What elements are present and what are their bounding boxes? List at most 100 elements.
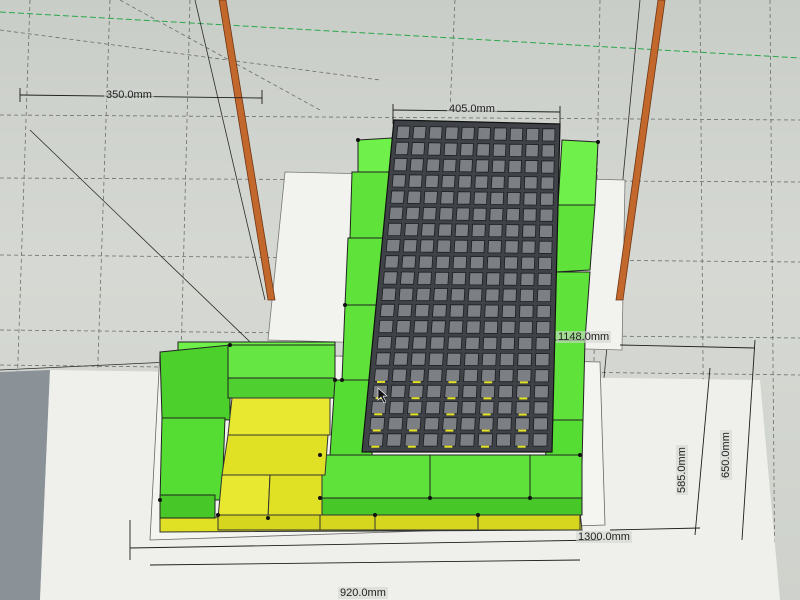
tray-cell (500, 320, 516, 334)
tray-cell (399, 271, 415, 285)
tray-cell (391, 174, 407, 188)
dim-label-right-height[interactable]: 1148.0mm (556, 331, 612, 343)
tray-cell (538, 240, 553, 254)
tray-cell-glint (410, 413, 419, 416)
tray-cell (427, 368, 443, 382)
tray-cell (472, 207, 487, 221)
tray-cell (382, 271, 398, 285)
tray-cell (533, 417, 549, 431)
tray-cell (504, 240, 519, 254)
tray-cell (506, 191, 521, 206)
tray-cell (384, 255, 400, 269)
tray-cell (464, 352, 480, 366)
tray-cell (422, 206, 437, 221)
tray-cell-glint (518, 413, 527, 416)
tray-cell (462, 384, 478, 399)
tray-cell-glint (483, 397, 492, 400)
tray-cell (540, 176, 555, 190)
tray-cell-glint (517, 445, 526, 448)
tray-cell (451, 271, 467, 286)
dim-label-left-width[interactable]: 350.0mm (104, 89, 154, 101)
tray-cell-glint (371, 445, 380, 448)
tray-cell (408, 174, 423, 188)
tray-cell (532, 433, 548, 447)
tray-cell (441, 433, 457, 447)
tray-cell (428, 126, 443, 140)
tray-cell (396, 125, 411, 139)
tray-cell (458, 158, 473, 173)
tray-cell (478, 417, 494, 431)
tray-cell (434, 271, 450, 286)
tray-cell (376, 336, 393, 350)
tray-cell-glint (377, 380, 385, 383)
tray-cell (409, 158, 424, 172)
tray-cell (535, 337, 551, 351)
tray-cell (388, 206, 404, 220)
tray-cell (498, 385, 514, 399)
tray-cell (518, 320, 534, 335)
tray-cell (426, 384, 442, 399)
tray-cell (412, 336, 428, 350)
tray-cell (468, 272, 484, 286)
tray-cell (415, 287, 431, 302)
green-axis (0, 11, 800, 59)
tray-cell (459, 142, 474, 157)
tray-cell (521, 240, 536, 254)
tray-cell (423, 190, 438, 205)
tray-cell (480, 385, 496, 399)
tray-cell (405, 206, 421, 221)
tray-cell (539, 208, 554, 222)
tray-cell (401, 255, 417, 269)
tray-cell (395, 320, 412, 334)
tray-cell (514, 433, 530, 447)
tray-cell (464, 336, 480, 350)
tray-cell (495, 433, 512, 447)
tray-cell (539, 192, 554, 206)
tray-cell (508, 159, 522, 174)
tray-cell (417, 271, 433, 285)
tray-cell (498, 369, 514, 383)
tray-cell (479, 401, 495, 415)
tray-cell (386, 433, 402, 447)
tray-cell (536, 304, 551, 319)
tray-cell (487, 240, 502, 254)
dim-label-bottom-width[interactable]: 1300.0mm (576, 531, 632, 543)
tray-cell-glint (519, 381, 528, 384)
tray-cell (423, 417, 440, 431)
tray-cell (390, 190, 405, 204)
tray-cell (519, 288, 535, 302)
tray-cell (420, 223, 436, 237)
tray-cell (490, 175, 505, 189)
tray-cell (450, 288, 466, 302)
dim-label-inner-depth[interactable]: 585.0mm (676, 445, 688, 495)
tray-cell (457, 175, 473, 189)
tray-cell (441, 174, 456, 189)
tray-cell (442, 158, 457, 173)
tray-cell (534, 353, 550, 367)
tray-cell (419, 239, 435, 253)
tray-cell (492, 143, 507, 157)
tray-cell (475, 159, 490, 173)
tray-cell (436, 239, 452, 253)
tray-cell (525, 127, 540, 142)
tray-cell (501, 304, 517, 318)
tray-cell (500, 336, 516, 351)
tray-cell (486, 256, 502, 270)
tray-cell (503, 272, 518, 286)
tray-cell (520, 256, 536, 270)
dim-label-overall-width[interactable]: 920.0mm (338, 587, 388, 599)
tray-cell (459, 433, 475, 447)
dim-label-outer-depth[interactable]: 650.0mm (720, 430, 732, 480)
tray-cell (388, 400, 405, 415)
tray-cell (387, 417, 404, 431)
tray-cell (410, 142, 426, 156)
tray-cell (444, 384, 460, 399)
dim-label-top-width[interactable]: 405.0mm (447, 103, 497, 115)
tray-cell (519, 304, 534, 318)
tray-cell (507, 175, 522, 190)
modeling-viewport[interactable]: 350.0mm 405.0mm 1148.0mm 585.0mm 650.0mm… (0, 0, 800, 600)
tray-cell (446, 352, 462, 366)
tray-cell (405, 417, 422, 431)
tray-cell (537, 256, 553, 270)
tray-cell (493, 127, 508, 141)
